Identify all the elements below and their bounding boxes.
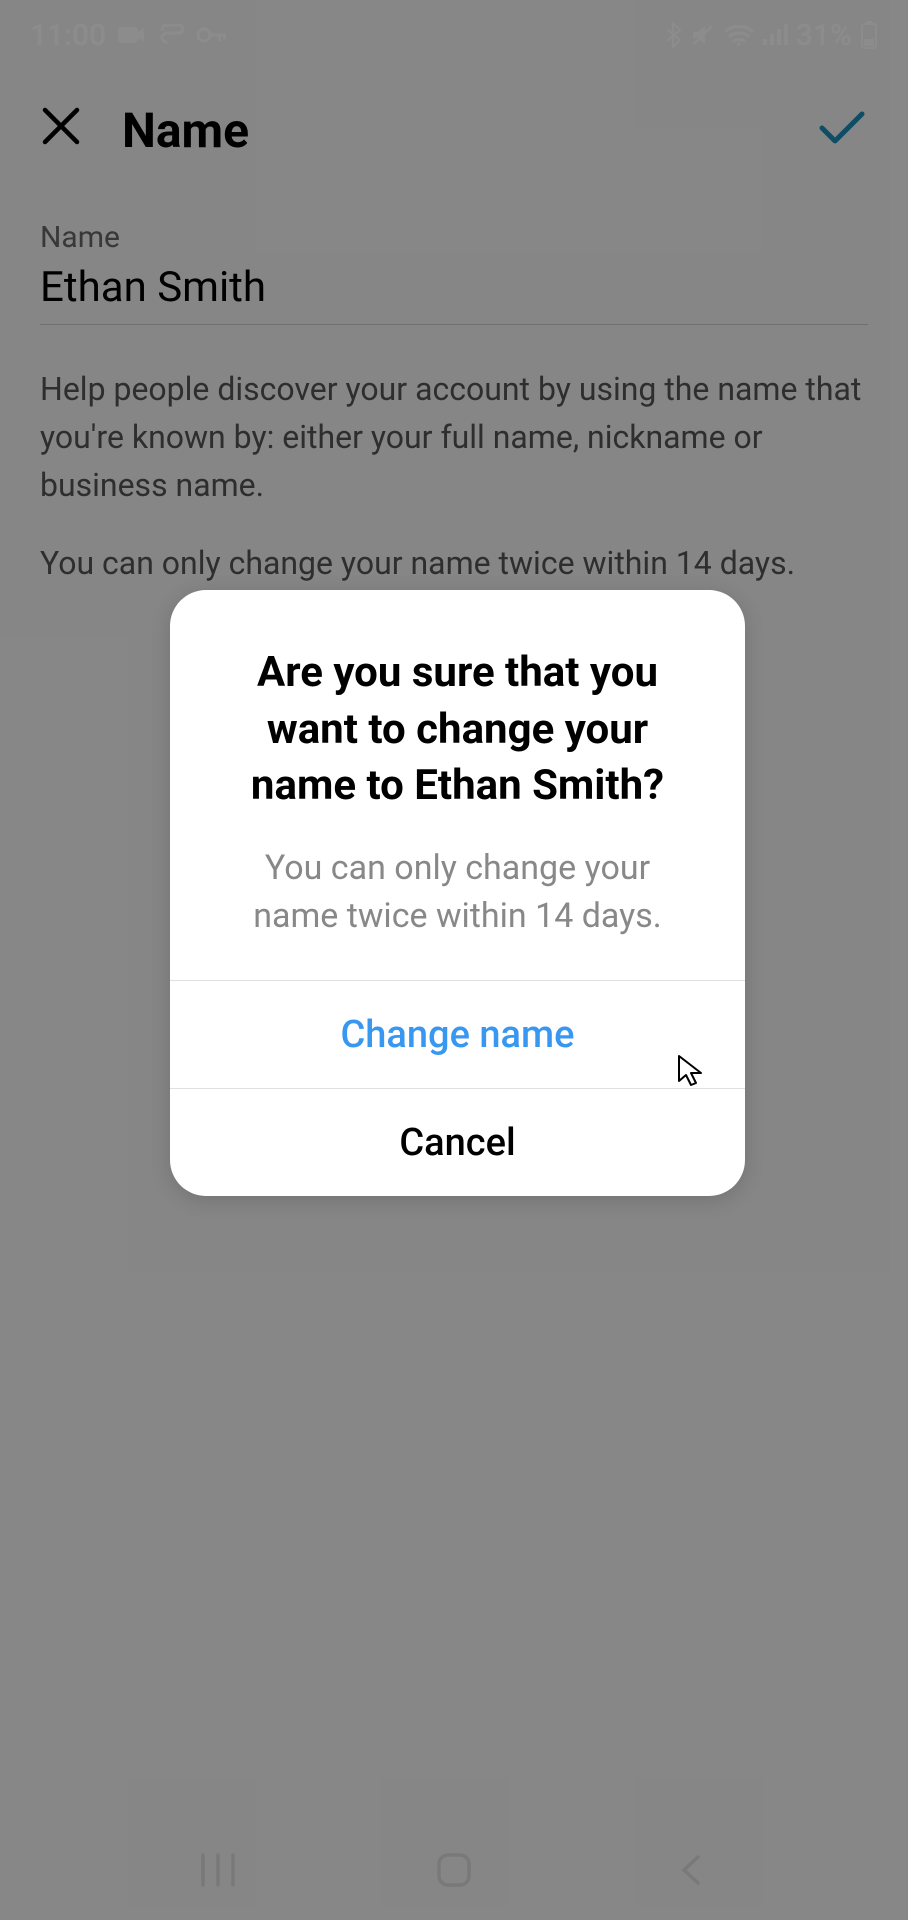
confirm-dialog: Are you sure that you want to change you… (170, 590, 745, 1196)
cancel-button[interactable]: Cancel (170, 1088, 745, 1196)
change-name-button[interactable]: Change name (170, 980, 745, 1088)
dialog-subtitle: You can only change your name twice with… (210, 845, 705, 940)
dialog-title: Are you sure that you want to change you… (210, 645, 705, 815)
